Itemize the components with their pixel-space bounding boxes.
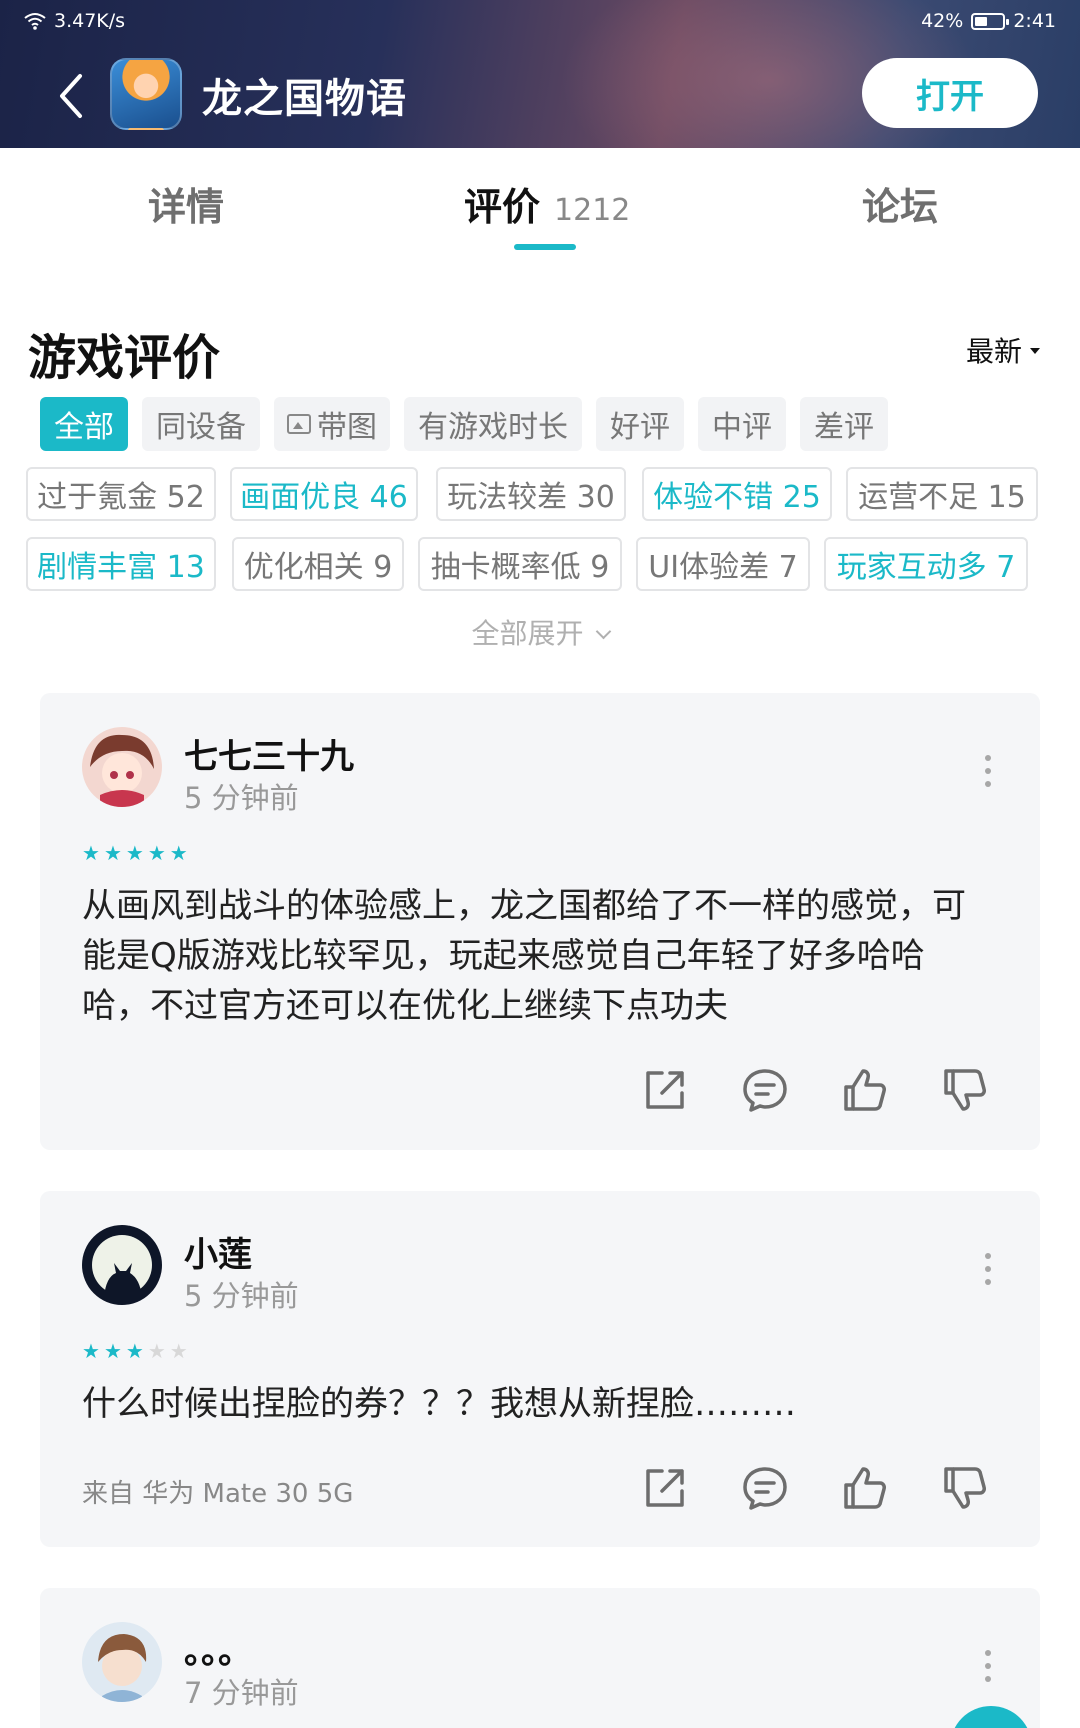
review-time: 7 分钟前 bbox=[184, 1676, 299, 1710]
tab-bar: 详情 评价 1212 论坛 bbox=[0, 148, 1080, 258]
thumbs-down-icon bbox=[944, 1069, 986, 1111]
review-time: 5 分钟前 bbox=[184, 1279, 299, 1313]
share-button[interactable] bbox=[640, 1065, 690, 1115]
star-icon: ★ bbox=[103, 841, 122, 865]
sort-dropdown[interactable]: 最新 bbox=[966, 330, 1041, 370]
avatar-image bbox=[82, 1225, 162, 1305]
comment-button[interactable] bbox=[740, 1065, 790, 1115]
device-info: 来自 华为 Mate 30 5G bbox=[82, 1479, 354, 1509]
comment-button[interactable] bbox=[740, 1463, 790, 1513]
filter-all[interactable]: 全部 bbox=[40, 397, 128, 451]
filter-with-image[interactable]: 带图 bbox=[274, 397, 390, 451]
like-button[interactable] bbox=[840, 1065, 890, 1115]
star-icon: ★ bbox=[82, 841, 100, 865]
chevron-down-icon bbox=[595, 623, 611, 640]
sort-label: 最新 bbox=[966, 335, 1023, 368]
share-icon bbox=[646, 1071, 684, 1109]
star-icon: ★ bbox=[147, 841, 166, 865]
avatar-image bbox=[82, 727, 162, 807]
review-text: 什么时候出捏脸的券？？？我想从新捏脸……… bbox=[82, 1384, 796, 1424]
username[interactable]: 七七三十九 bbox=[184, 729, 354, 778]
tag-poor-gameplay[interactable]: 玩法较差 30 bbox=[436, 467, 626, 521]
app-icon bbox=[110, 58, 182, 130]
like-button[interactable] bbox=[840, 1463, 890, 1513]
battery-icon bbox=[971, 12, 1010, 30]
share-button[interactable] bbox=[640, 1463, 690, 1513]
more-options-button[interactable] bbox=[976, 1253, 1000, 1293]
image-icon bbox=[287, 414, 311, 434]
app-header: 3.47K/s 42% 2:41 龙之国物语 打开 bbox=[0, 0, 1080, 148]
username[interactable]: 。。。 bbox=[184, 1624, 252, 1673]
back-button[interactable] bbox=[52, 68, 104, 124]
star-icon: ★ bbox=[125, 841, 144, 865]
username[interactable]: 小莲 bbox=[184, 1227, 252, 1276]
thumbs-up-icon bbox=[844, 1069, 886, 1111]
section-title: 游戏评价 bbox=[28, 330, 221, 386]
star-icon: ★ bbox=[169, 841, 188, 865]
network-speed: 3.47K/s bbox=[54, 10, 126, 32]
star-icon: ★ bbox=[147, 1339, 166, 1363]
tag-too-pay-to-win[interactable]: 过于氪金 52 bbox=[26, 467, 216, 521]
more-options-button[interactable] bbox=[976, 755, 1000, 795]
star-icon: ★ bbox=[82, 1339, 100, 1363]
tag-good-graphics[interactable]: 画面优良 46 bbox=[230, 467, 418, 521]
filter-negative[interactable]: 差评 bbox=[800, 397, 888, 451]
avatar-image bbox=[82, 1622, 162, 1702]
caret-down-icon bbox=[1030, 348, 1041, 354]
tag-optimization[interactable]: 优化相关 9 bbox=[232, 537, 404, 591]
review-card: 七七三十九 5 分钟前 ★ ★ ★ ★ ★ 从画风到战斗的体验感上，龙之国都给了… bbox=[40, 693, 1040, 1150]
thumbs-down-icon bbox=[944, 1467, 986, 1509]
review-text: 从画风到战斗的体验感上，龙之国都给了不一样的感觉，可能是Q版游戏比较罕见，玩起来… bbox=[82, 886, 966, 1026]
tag-low-gacha-rate[interactable]: 抽卡概率低 9 bbox=[418, 537, 622, 591]
tab-forum[interactable]: 论坛 bbox=[862, 176, 938, 231]
tag-poor-operation[interactable]: 运营不足 15 bbox=[846, 467, 1038, 521]
comment-icon bbox=[743, 1069, 787, 1112]
tag-good-experience[interactable]: 体验不错 25 bbox=[642, 467, 832, 521]
dislike-button[interactable] bbox=[940, 1065, 990, 1115]
avatar[interactable] bbox=[82, 1225, 162, 1305]
tab-reviews[interactable]: 评价 1212 bbox=[464, 176, 630, 231]
active-tab-indicator bbox=[514, 244, 576, 250]
more-options-button[interactable] bbox=[976, 1650, 1000, 1690]
tag-player-interaction[interactable]: 玩家互动多 7 bbox=[824, 537, 1028, 591]
tag-poor-ui[interactable]: UI体验差 7 bbox=[636, 537, 810, 591]
expand-all-button[interactable]: 全部展开 bbox=[0, 612, 1080, 652]
review-card: 小莲 5 分钟前 ★ ★ ★ ★ ★ 什么时候出捏脸的券？？？我想从新捏脸………… bbox=[40, 1191, 1040, 1547]
battery-percent: 42% bbox=[921, 10, 964, 32]
star-rating: ★ ★ ★ ★ ★ bbox=[82, 1341, 188, 1361]
clock: 2:41 bbox=[1013, 10, 1056, 32]
chevron-left-icon bbox=[60, 74, 82, 118]
tab-forum-label: 论坛 bbox=[862, 185, 939, 229]
tab-reviews-label: 评价 bbox=[464, 185, 541, 229]
tab-details[interactable]: 详情 bbox=[148, 176, 224, 231]
filter-neutral[interactable]: 中评 bbox=[698, 397, 786, 451]
status-bar: 3.47K/s 42% 2:41 bbox=[0, 0, 1080, 44]
review-actions bbox=[640, 1065, 1000, 1125]
filter-with-playtime[interactable]: 有游戏时长 bbox=[404, 397, 582, 451]
review-card: 。。。 7 分钟前 bbox=[40, 1588, 1040, 1728]
star-icon: ★ bbox=[103, 1339, 122, 1363]
review-time: 5 分钟前 bbox=[184, 781, 299, 815]
tab-details-label: 详情 bbox=[148, 185, 225, 229]
avatar[interactable] bbox=[82, 727, 162, 807]
filter-positive[interactable]: 好评 bbox=[596, 397, 684, 451]
tag-rich-story[interactable]: 剧情丰富 13 bbox=[26, 537, 216, 591]
thumbs-up-icon bbox=[844, 1467, 886, 1509]
expand-all-label: 全部展开 bbox=[471, 617, 584, 650]
avatar[interactable] bbox=[82, 1622, 162, 1702]
star-rating: ★ ★ ★ ★ ★ bbox=[82, 843, 188, 863]
star-icon: ★ bbox=[125, 1339, 144, 1363]
filter-same-device[interactable]: 同设备 bbox=[142, 397, 260, 451]
open-button[interactable]: 打开 bbox=[862, 58, 1038, 128]
app-title: 龙之国物语 bbox=[202, 76, 407, 122]
review-actions bbox=[640, 1463, 1000, 1523]
comment-icon bbox=[743, 1467, 787, 1510]
review-count: 1212 bbox=[554, 193, 631, 228]
star-icon: ★ bbox=[169, 1339, 188, 1363]
wifi-icon bbox=[24, 13, 46, 30]
dislike-button[interactable] bbox=[940, 1463, 990, 1513]
filter-with-image-label: 带图 bbox=[317, 410, 377, 445]
nav-row: 龙之国物语 打开 bbox=[0, 48, 1080, 144]
share-icon bbox=[646, 1469, 684, 1507]
